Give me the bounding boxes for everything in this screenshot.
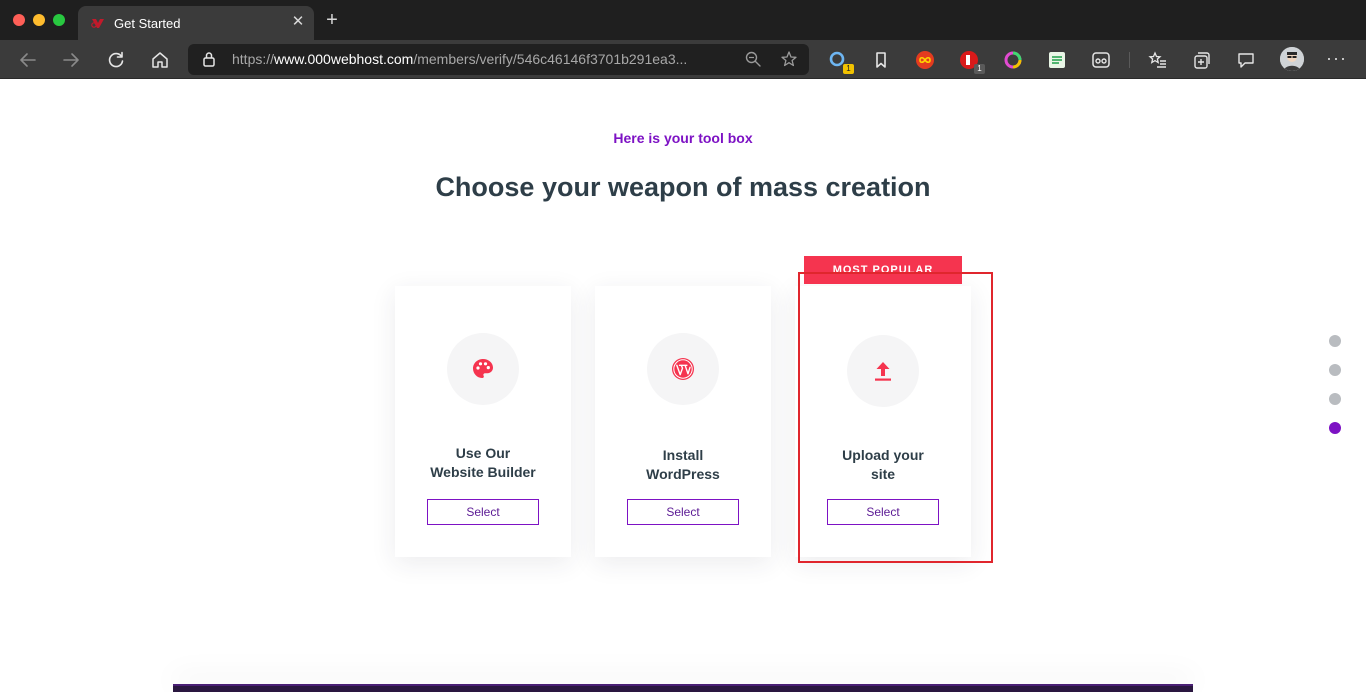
favorite-star-icon[interactable] [780, 50, 798, 68]
browser-toolbar: https://www.000webhost.com/members/verif… [0, 40, 1366, 79]
most-popular-ribbon: MOST POPULAR [804, 256, 962, 284]
browser-titlebar: Get Started ✕ + [0, 0, 1366, 40]
page-content: Here is your tool box Choose your weapon… [0, 79, 1366, 692]
pager-dot[interactable] [1329, 335, 1341, 347]
address-bar[interactable]: https://www.000webhost.com/members/verif… [188, 44, 809, 75]
toolbar-separator [1129, 52, 1130, 68]
section-kicker: Here is your tool box [613, 130, 753, 146]
new-tab-icon[interactable]: + [323, 10, 341, 30]
collections-icon[interactable] [1192, 50, 1212, 70]
card-label: Use Our Website Builder [430, 445, 536, 480]
card-label: Install WordPress [646, 447, 720, 482]
select-website-builder-button[interactable]: Select [427, 499, 539, 525]
wordpress-icon [647, 333, 719, 405]
window-close-button[interactable] [13, 14, 25, 26]
url-text: https://www.000webhost.com/members/verif… [232, 51, 688, 67]
tab-close-icon[interactable]: ✕ [290, 14, 306, 30]
palette-icon [447, 333, 519, 405]
sheet-extension-icon[interactable] [1047, 50, 1067, 70]
feedback-icon[interactable] [1236, 50, 1256, 70]
home-icon[interactable] [149, 49, 171, 71]
favorites-list-icon[interactable] [1148, 50, 1168, 70]
zoom-icon[interactable] [744, 50, 762, 68]
bookmark-extension-icon[interactable] [871, 50, 891, 70]
tab-title: Get Started [114, 16, 181, 31]
option-card-wordpress: Install WordPress Select [595, 286, 771, 557]
window-maximize-button[interactable] [53, 14, 65, 26]
pager-dot[interactable] [1329, 364, 1341, 376]
option-card-upload-site: Upload your site Select [795, 286, 971, 557]
next-section-panel [173, 684, 1193, 692]
forward-arrow-icon[interactable] [60, 49, 82, 71]
000webhost-favicon-icon [90, 16, 106, 30]
upload-icon [847, 335, 919, 407]
more-menu-icon[interactable]: ··· [1326, 48, 1347, 69]
color-picker-extension-icon[interactable] [1003, 50, 1023, 70]
pager-dot[interactable] [1329, 393, 1341, 405]
card-label: Upload your site [842, 447, 924, 482]
page-title: Choose your weapon of mass creation [435, 172, 931, 202]
extension-badge: 1 [974, 64, 985, 74]
red-extension-icon[interactable]: 1 [959, 50, 985, 74]
refresh-icon[interactable] [105, 49, 127, 71]
profile-avatar[interactable] [1280, 47, 1304, 71]
back-arrow-icon[interactable] [17, 49, 39, 71]
select-wordpress-button[interactable]: Select [627, 499, 739, 525]
option-card-website-builder: Use Our Website Builder Select [395, 286, 571, 557]
pager-dot-active[interactable] [1329, 422, 1341, 434]
infinity-extension-icon[interactable] [915, 50, 935, 70]
browser-tab-active[interactable]: Get Started ✕ [78, 6, 314, 40]
lock-icon [202, 51, 216, 72]
select-upload-site-button[interactable]: Select [827, 499, 939, 525]
extension-badge: 1 [843, 64, 854, 74]
extension-search-icon[interactable]: 1 [828, 50, 854, 74]
binoculars-extension-icon[interactable] [1091, 50, 1111, 70]
window-minimize-button[interactable] [33, 14, 45, 26]
